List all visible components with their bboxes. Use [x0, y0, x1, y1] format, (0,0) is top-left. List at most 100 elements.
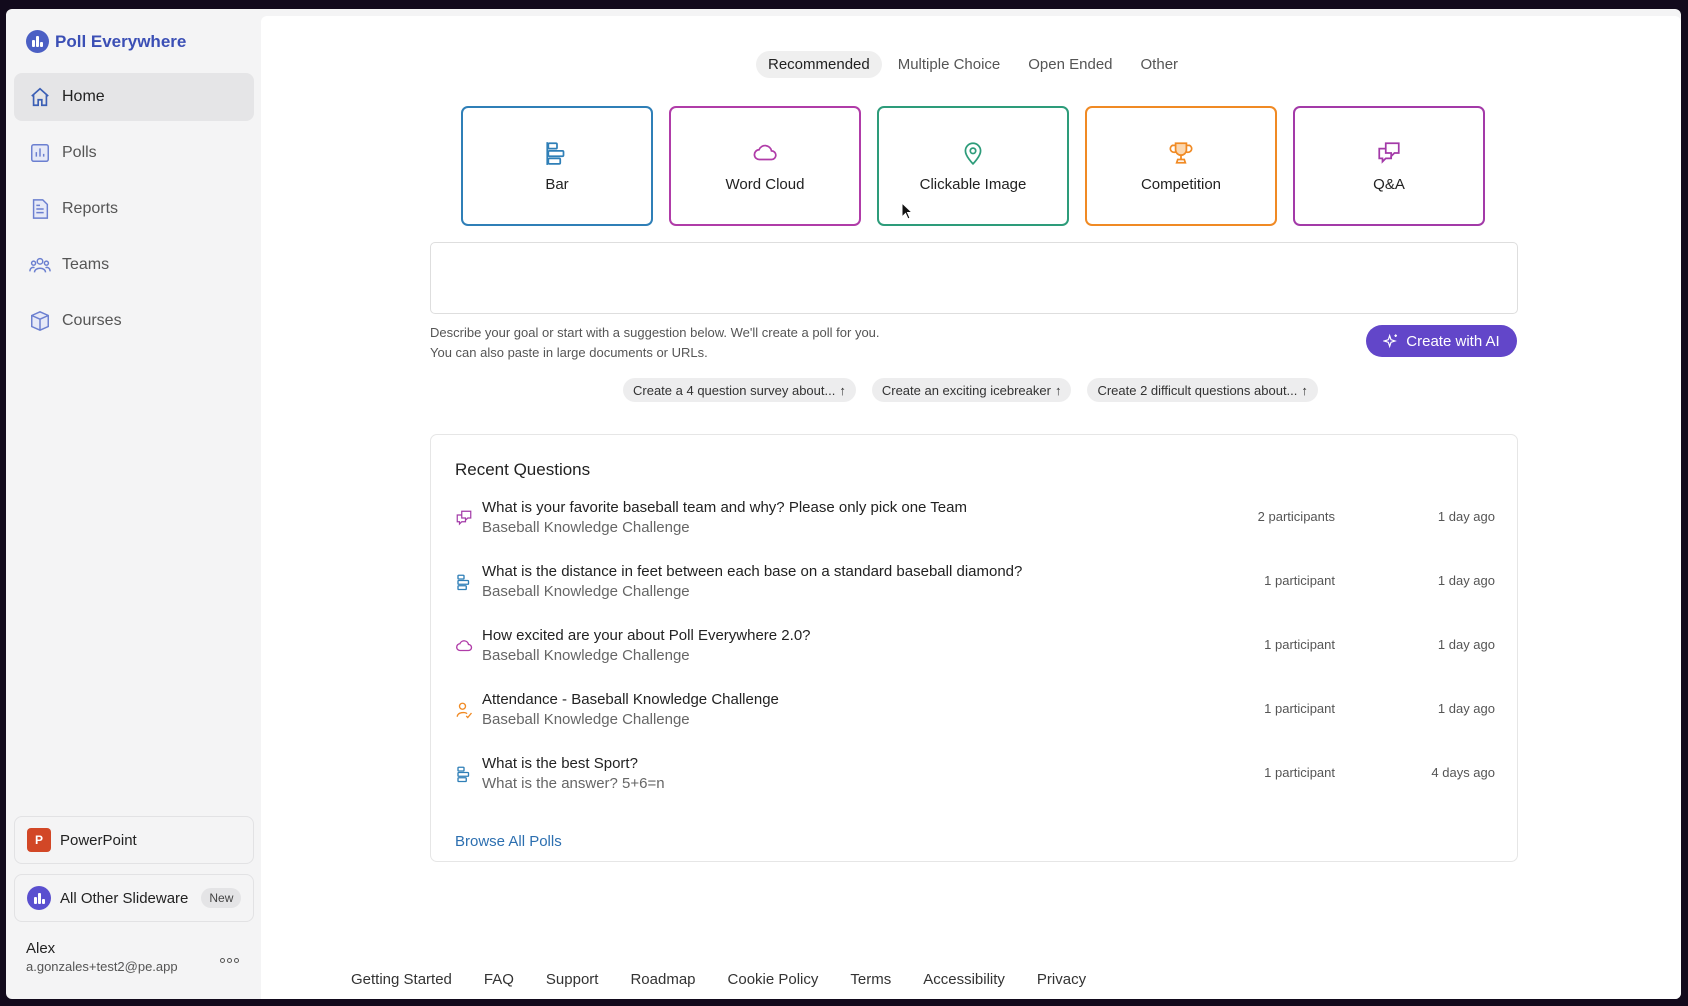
poll-type-bar[interactable]: Bar	[461, 106, 653, 226]
chat-bubbles-icon	[1378, 141, 1400, 164]
participant-count: 1 participant	[1264, 637, 1335, 652]
list-item[interactable]: What is the distance in feet between eac…	[455, 563, 1495, 619]
courses-icon	[28, 309, 52, 333]
other-slideware-label: All Other Slideware	[60, 889, 189, 907]
bar-chart-icon	[457, 574, 470, 591]
suggestion-chip[interactable]: Create a 4 question survey about... ↑	[623, 378, 856, 402]
question-presentation: Baseball Knowledge Challenge	[482, 647, 690, 664]
sidebar-item-label: Reports	[62, 200, 119, 217]
polls-icon	[28, 141, 52, 165]
sparkle-icon	[1383, 333, 1398, 349]
poll-type-word-cloud[interactable]: Word Cloud	[669, 106, 861, 226]
map-pin-icon	[964, 141, 982, 165]
question-presentation: Baseball Knowledge Challenge	[482, 519, 690, 536]
attendance-icon	[456, 702, 473, 719]
question-title: How excited are your about Poll Everywhe…	[482, 627, 811, 644]
recent-questions-panel: Recent Questions What is your favorite b…	[430, 434, 1518, 862]
sidebar: Poll Everywhere Home Polls Reports Teams…	[6, 9, 261, 999]
reports-icon	[28, 197, 52, 221]
footer-link-support[interactable]: Support	[546, 971, 599, 988]
footer-link-faq[interactable]: FAQ	[484, 971, 514, 988]
participant-count: 2 participants	[1257, 509, 1335, 524]
tab-multiple-choice[interactable]: Multiple Choice	[886, 51, 1013, 78]
arrow-up-icon: ↑	[839, 382, 846, 398]
brand-name: Poll Everywhere	[55, 31, 187, 51]
question-timestamp: 1 day ago	[1437, 701, 1495, 716]
sidebar-item-reports[interactable]: Reports	[14, 185, 254, 233]
create-with-ai-label: Create with AI	[1406, 332, 1500, 350]
question-timestamp: 1 day ago	[1437, 509, 1495, 524]
poll-everywhere-logo-icon	[26, 30, 49, 53]
list-item[interactable]: Attendance - Baseball Knowledge Challeng…	[455, 691, 1495, 747]
sidebar-item-polls[interactable]: Polls	[14, 129, 254, 177]
question-title: Attendance - Baseball Knowledge Challeng…	[482, 691, 779, 708]
other-slideware-button[interactable]: All Other Slideware New	[14, 874, 254, 922]
trophy-icon	[1169, 141, 1193, 164]
poll-everywhere-logo-icon	[27, 886, 51, 910]
list-item[interactable]: How excited are your about Poll Everywhe…	[455, 627, 1495, 683]
participant-count: 1 participant	[1264, 765, 1335, 780]
question-title: What is the best Sport?	[482, 755, 638, 772]
suggestion-chip[interactable]: Create an exciting icebreaker ↑	[871, 378, 1072, 402]
bar-chart-icon	[457, 766, 470, 783]
prompt-hint: Describe your goal or start with a sugge…	[430, 323, 880, 363]
list-item[interactable]: What is your favorite baseball team and …	[455, 499, 1495, 555]
powerpoint-label: PowerPoint	[60, 831, 137, 849]
poll-type-qa[interactable]: Q&A	[1293, 106, 1485, 226]
question-timestamp: 1 day ago	[1437, 637, 1495, 652]
suggestion-chips: Create a 4 question survey about... ↑ Cre…	[623, 378, 1318, 402]
sidebar-item-teams[interactable]: Teams	[14, 241, 254, 289]
tab-recommended[interactable]: Recommended	[756, 51, 882, 78]
create-with-ai-button[interactable]: Create with AI	[1366, 325, 1517, 357]
tab-other[interactable]: Other	[1129, 51, 1191, 78]
suggestion-label: Create an exciting icebreaker	[881, 382, 1051, 398]
recent-questions-title: Recent Questions	[455, 460, 591, 479]
suggestion-label: Create 2 difficult questions about...	[1097, 382, 1298, 398]
footer-link-privacy[interactable]: Privacy	[1037, 971, 1086, 988]
home-icon	[28, 85, 52, 109]
browse-all-polls-link[interactable]: Browse All Polls	[455, 833, 562, 850]
powerpoint-button[interactable]: P PowerPoint	[14, 816, 254, 864]
poll-type-competition[interactable]: Competition	[1085, 106, 1277, 226]
participant-count: 1 participant	[1264, 573, 1335, 588]
bar-chart-icon	[546, 141, 565, 165]
suggestion-label: Create a 4 question survey about...	[633, 382, 836, 398]
footer-link-accessibility[interactable]: Accessibility	[923, 971, 1005, 988]
question-presentation: Baseball Knowledge Challenge	[482, 711, 690, 728]
footer-link-cookie-policy[interactable]: Cookie Policy	[728, 971, 819, 988]
arrow-up-icon: ↑	[1054, 382, 1062, 398]
sidebar-item-label: Polls	[62, 144, 97, 161]
participant-count: 1 participant	[1264, 701, 1335, 716]
question-timestamp: 4 days ago	[1431, 765, 1495, 780]
poll-type-label: Clickable Image	[919, 175, 1027, 193]
poll-type-cards: Bar Word Cloud Clickable Image Competiti…	[461, 106, 1485, 226]
user-profile[interactable]: Alex a.gonzales+test2@pe.app	[26, 940, 178, 974]
poll-type-label: Word Cloud	[725, 175, 805, 193]
brand-logo[interactable]: Poll Everywhere	[26, 30, 186, 53]
list-item[interactable]: What is the best Sport? What is the answ…	[455, 755, 1495, 811]
footer-link-roadmap[interactable]: Roadmap	[630, 971, 695, 988]
footer-link-terms[interactable]: Terms	[850, 971, 891, 988]
sidebar-item-label: Home	[62, 88, 105, 105]
teams-icon	[28, 253, 52, 277]
sidebar-item-label: Teams	[62, 256, 110, 273]
suggestion-chip[interactable]: Create 2 difficult questions about... ↑	[1087, 378, 1318, 402]
powerpoint-icon: P	[27, 828, 51, 852]
more-options-icon[interactable]	[220, 958, 239, 963]
sidebar-item-home[interactable]: Home	[14, 73, 254, 121]
user-email: a.gonzales+test2@pe.app	[26, 959, 178, 974]
cloud-icon	[753, 144, 777, 160]
new-badge: New	[201, 888, 242, 908]
prompt-hint-line: Describe your goal or start with a sugge…	[430, 325, 880, 340]
mouse-cursor-icon	[901, 202, 913, 220]
app-window: Poll Everywhere Home Polls Reports Teams…	[6, 9, 1681, 999]
poll-type-label: Competition	[1140, 175, 1222, 193]
question-presentation: Baseball Knowledge Challenge	[482, 583, 690, 600]
ai-prompt-input[interactable]	[430, 242, 1518, 314]
arrow-up-icon: ↑	[1301, 382, 1308, 398]
poll-type-label: Q&A	[1373, 175, 1405, 193]
footer-link-getting-started[interactable]: Getting Started	[351, 971, 452, 988]
sidebar-item-courses[interactable]: Courses	[14, 297, 254, 345]
tab-open-ended[interactable]: Open Ended	[1016, 51, 1124, 78]
main-content: Recommended Multiple Choice Open Ended O…	[261, 16, 1681, 999]
